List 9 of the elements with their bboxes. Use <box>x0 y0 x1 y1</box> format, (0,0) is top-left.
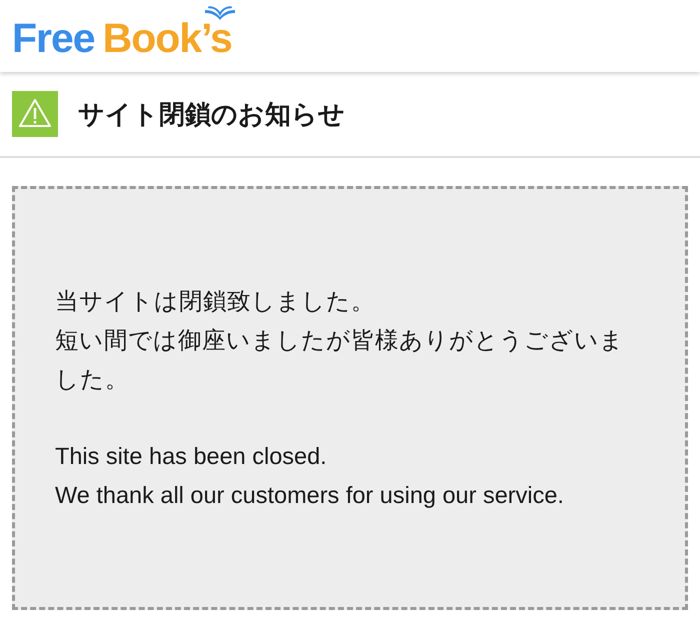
message-text: We thank all our customers for using our service. <box>55 480 565 510</box>
notice-title: サイト閉鎖のお知らせ <box>78 101 345 127</box>
warning-icon <box>12 91 58 137</box>
message-text: 当サイトは閉鎖致しました。 <box>55 286 376 316</box>
logo-text: Free <box>12 18 95 58</box>
message-text: 短い間では御座いましたが皆様ありがとうございました。 <box>55 326 625 394</box>
message-text: This site has been closed. <box>55 442 328 470</box>
book-icon <box>205 6 235 20</box>
logo-text: Book’s <box>102 18 232 58</box>
